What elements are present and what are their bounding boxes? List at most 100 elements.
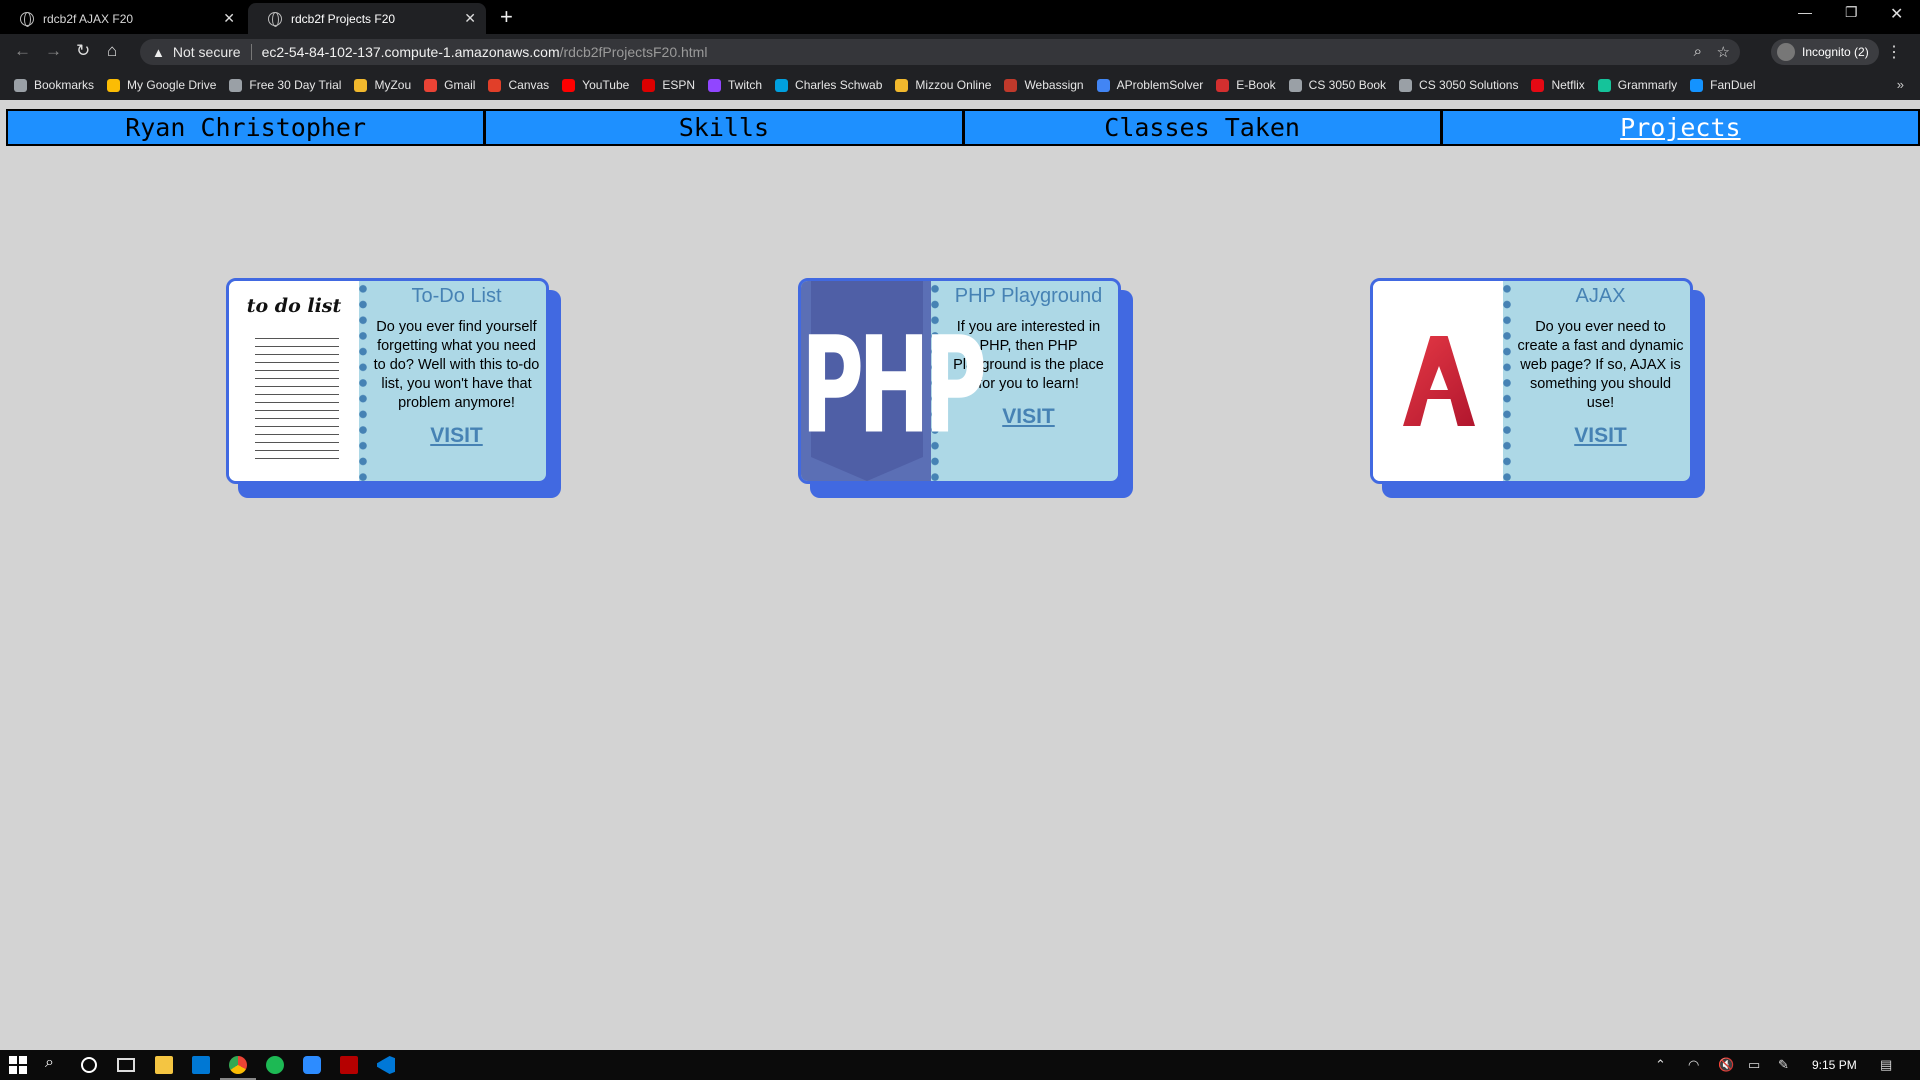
bookmark-label: Canvas (508, 78, 550, 92)
bookmark-label: Webassign (1024, 78, 1084, 92)
vscode-icon[interactable] (377, 1056, 395, 1074)
forward-icon[interactable]: → (45, 41, 62, 61)
bookmark-label: Twitch (728, 78, 763, 92)
visit-link[interactable]: VISIT (430, 424, 483, 448)
bookmark-item[interactable]: Charles Schwab (775, 78, 882, 92)
minimize-icon[interactable]: — (1798, 4, 1812, 20)
youtube-icon (562, 78, 576, 92)
bookmark-item[interactable]: CS 3050 Book (1288, 78, 1386, 92)
nav-item-skills[interactable]: Skills (486, 111, 965, 144)
bookmark-label: ESPN (662, 78, 696, 92)
search-icon[interactable]: ⌕ (45, 1054, 63, 1072)
url-host[interactable]: ec2-54-84-102-137.compute-1.amazonaws.co… (262, 44, 560, 60)
bookmarks-bar: Bookmarks My Google Drive Free 30 Day Tria… (0, 70, 1920, 100)
zoom-icon[interactable] (303, 1056, 321, 1074)
nav-item-projects[interactable]: Projects (1443, 111, 1918, 144)
nav-item-classes[interactable]: Classes Taken (965, 111, 1443, 144)
filezilla-icon[interactable] (340, 1056, 358, 1074)
ebook-icon (1216, 78, 1230, 92)
bookmark-label: Bookmarks (34, 78, 95, 92)
bookmark-item[interactable]: Twitch (708, 78, 762, 92)
task-view-icon[interactable] (117, 1058, 135, 1072)
bookmarks-overflow-icon[interactable]: » (1897, 77, 1904, 92)
home-icon[interactable]: ⌂ (107, 41, 117, 61)
bookmark-label: Mizzou Online (915, 78, 992, 92)
bookmark-label: My Google Drive (127, 78, 217, 92)
browser-menu-icon[interactable]: ⋮ (1886, 42, 1902, 62)
bookmark-item[interactable]: Webassign (1004, 78, 1084, 92)
bookmark-item[interactable]: E-Book (1216, 78, 1276, 92)
browser-tab-ajax[interactable]: rdcb2f AJAX F20 ✕ (0, 3, 245, 34)
bookmark-label: E-Book (1236, 78, 1276, 92)
browser-tab-projects[interactable]: rdcb2f Projects F20 ✕ (248, 3, 486, 34)
spotify-icon[interactable] (266, 1056, 284, 1074)
zoom-search-icon[interactable]: ⌕ (1694, 43, 1702, 60)
card-title: To-Do List (411, 285, 502, 307)
notifications-icon[interactable]: ▤ (1880, 1057, 1892, 1073)
divider (250, 44, 252, 60)
incognito-profile-button[interactable]: Incognito (2) (1771, 39, 1879, 65)
card-panel: PHP PHP Playground If you are interested… (798, 278, 1121, 484)
visit-link[interactable]: VISIT (1002, 405, 1055, 429)
bookmark-item[interactable]: Bookmarks (14, 78, 94, 92)
aproblemsolver-icon (1096, 78, 1110, 92)
myzou-icon (354, 78, 368, 92)
chrome-icon[interactable] (229, 1056, 247, 1074)
nav-item-home[interactable]: Ryan Christopher (8, 111, 487, 144)
warning-icon[interactable]: ▲ (152, 45, 165, 60)
bookmark-label: FanDuel (1710, 78, 1756, 92)
card-title: PHP Playground (954, 285, 1103, 307)
bookmark-item[interactable]: Free 30 Day Trial (229, 78, 341, 92)
tray-overflow-icon[interactable]: ⌃ (1655, 1057, 1666, 1073)
windows-start-icon[interactable] (9, 1056, 27, 1074)
address-bar[interactable]: ▲ Not secure ec2-54-84-102-137.compute-1… (140, 39, 1740, 65)
battery-icon[interactable]: ▭ (1748, 1057, 1760, 1073)
gmail-icon (424, 78, 438, 92)
globe-icon (1288, 78, 1302, 92)
url-path[interactable]: /rdcb2fProjectsF20.html (560, 44, 708, 60)
bookmark-label: MyZou (374, 78, 412, 92)
bookmark-item[interactable]: Gmail (424, 78, 475, 92)
pen-icon[interactable]: ✎ (1778, 1057, 1789, 1073)
card-panel: to do list To-Do List Do you ever find y… (226, 278, 549, 484)
ajax-logo-image (1373, 281, 1503, 481)
reload-icon[interactable]: ↻ (76, 41, 90, 61)
bookmark-item[interactable]: AProblemSolver (1096, 78, 1203, 92)
volume-muted-icon[interactable]: 🔇 (1718, 1057, 1734, 1073)
bookmark-item[interactable]: FanDuel (1690, 78, 1756, 92)
bookmark-item[interactable]: CS 3050 Solutions (1399, 78, 1518, 92)
project-card-ajax: AJAX Do you ever need to create a fast a… (1370, 278, 1705, 498)
bookmark-item[interactable]: Netflix (1531, 78, 1585, 92)
new-tab-icon[interactable]: + (500, 3, 513, 31)
close-tab-icon[interactable]: ✕ (223, 10, 235, 27)
tab-label: rdcb2f Projects F20 (291, 11, 396, 26)
card-body: To-Do List Do you ever find yourself for… (367, 281, 546, 481)
bookmark-item[interactable]: Grammarly (1597, 78, 1677, 92)
mail-icon[interactable] (192, 1056, 210, 1074)
network-icon[interactable]: ◠ (1688, 1057, 1699, 1073)
incognito-icon (1777, 43, 1795, 61)
bookmark-item[interactable]: MyZou (354, 78, 411, 92)
bookmark-item[interactable]: Canvas (488, 78, 549, 92)
bookmark-star-icon[interactable]: ☆ (1717, 43, 1730, 61)
wordpress-icon (1399, 78, 1413, 92)
grammarly-icon (1597, 78, 1611, 92)
php-logo-image: PHP (801, 281, 987, 481)
bookmark-item[interactable]: My Google Drive (107, 78, 216, 92)
file-explorer-icon[interactable] (155, 1056, 173, 1074)
back-icon[interactable]: ← (14, 41, 31, 61)
close-window-icon[interactable]: ✕ (1890, 4, 1903, 24)
close-tab-icon[interactable]: ✕ (464, 10, 476, 27)
project-card-php: PHP PHP Playground If you are interested… (798, 278, 1133, 498)
bookmark-item[interactable]: YouTube (562, 78, 629, 92)
binding-dots (359, 281, 367, 481)
visit-link[interactable]: VISIT (1574, 424, 1627, 448)
card-body: AJAX Do you ever need to create a fast a… (1511, 281, 1690, 481)
cortana-icon[interactable] (81, 1057, 97, 1073)
bookmark-item[interactable]: ESPN (642, 78, 695, 92)
bookmark-item[interactable]: Mizzou Online (895, 78, 991, 92)
taskbar-clock[interactable]: 9:15 PM (1812, 1058, 1857, 1072)
webassign-icon (1004, 78, 1018, 92)
restore-icon[interactable]: ❐ (1845, 4, 1858, 21)
security-label[interactable]: Not secure (173, 44, 241, 60)
